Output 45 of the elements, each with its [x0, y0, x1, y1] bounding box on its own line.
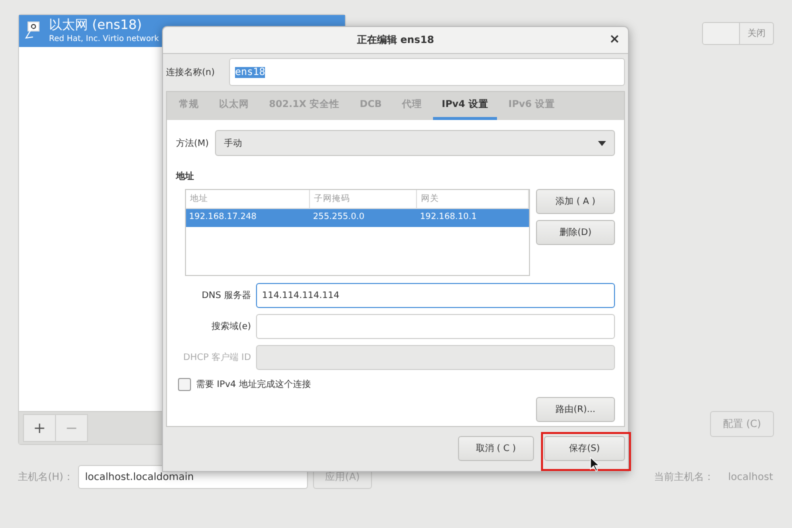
connection-description: Red Hat, Inc. Virtio network: [49, 33, 159, 44]
table-cell-text: 255.255.0.0: [312, 211, 366, 224]
network-icon: [25, 21, 41, 41]
field-label: DHCP 客户端 ID: [182, 352, 251, 364]
hostname-label: 主机名(H)：: [18, 470, 74, 484]
connection-name: 以太网 (ens18): [49, 18, 143, 33]
close-button[interactable]: ×: [609, 32, 620, 47]
connection-name-label: 连接名称(n): [166, 66, 216, 79]
tab[interactable]: DCB: [350, 92, 391, 120]
table-cell-text: 192.168.17.248: [188, 211, 258, 224]
dialog-title: 正在编辑 ens18: [356, 34, 434, 48]
tab[interactable]: 常规: [170, 92, 208, 120]
address-row[interactable]: 192.168.17.248 255.255.0.0 192.168.10.1: [186, 209, 529, 228]
column-header: 网关: [417, 190, 529, 208]
method-dropdown[interactable]: 手动: [214, 130, 615, 156]
cancel-button[interactable]: 取消 ( C ): [458, 436, 534, 461]
caret-icon: [598, 140, 606, 146]
method-label: 方法(M): [176, 138, 209, 150]
column-header: 子网掩码: [310, 190, 417, 208]
input-field[interactable]: [256, 314, 615, 340]
checkbox-label: 需要 IPv4 地址完成这个连接: [196, 378, 311, 392]
tab[interactable]: IPv4 设置: [432, 92, 498, 120]
tab[interactable]: IPv6 设置: [499, 92, 564, 120]
toggle-switch[interactable]: 关闭: [702, 22, 774, 45]
input-field[interactable]: 114.114.114.114: [256, 283, 615, 308]
cursor-icon: [590, 457, 600, 472]
current-hostname-value: localhost: [728, 472, 773, 482]
column-header: 地址: [186, 190, 310, 208]
save-button[interactable]: 保存(S): [544, 436, 625, 461]
add-button[interactable]: +: [23, 414, 56, 442]
table-cell-text: 192.168.10.1: [419, 211, 478, 224]
routes-button[interactable]: 路由(R)...: [536, 397, 615, 422]
add-button[interactable]: 添加 ( A ): [536, 189, 615, 214]
checkbox[interactable]: [178, 378, 191, 392]
connection-name-field[interactable]: ens18: [229, 58, 625, 86]
current-hostname-label: 当前主机名：: [654, 470, 714, 484]
tab[interactable]: 代理: [392, 92, 431, 120]
address-section-title: 地址: [176, 170, 195, 184]
field-label: DNS 服务器: [200, 290, 251, 302]
delete-button[interactable]: 删除(D): [536, 220, 615, 246]
configure-button[interactable]: 配置 (C): [710, 411, 774, 437]
tab[interactable]: 802.1X 安全性: [260, 92, 349, 120]
tab[interactable]: 以太网: [210, 92, 258, 120]
field-label: 搜索域(e): [210, 320, 251, 334]
remove-button[interactable]: −: [55, 414, 88, 442]
